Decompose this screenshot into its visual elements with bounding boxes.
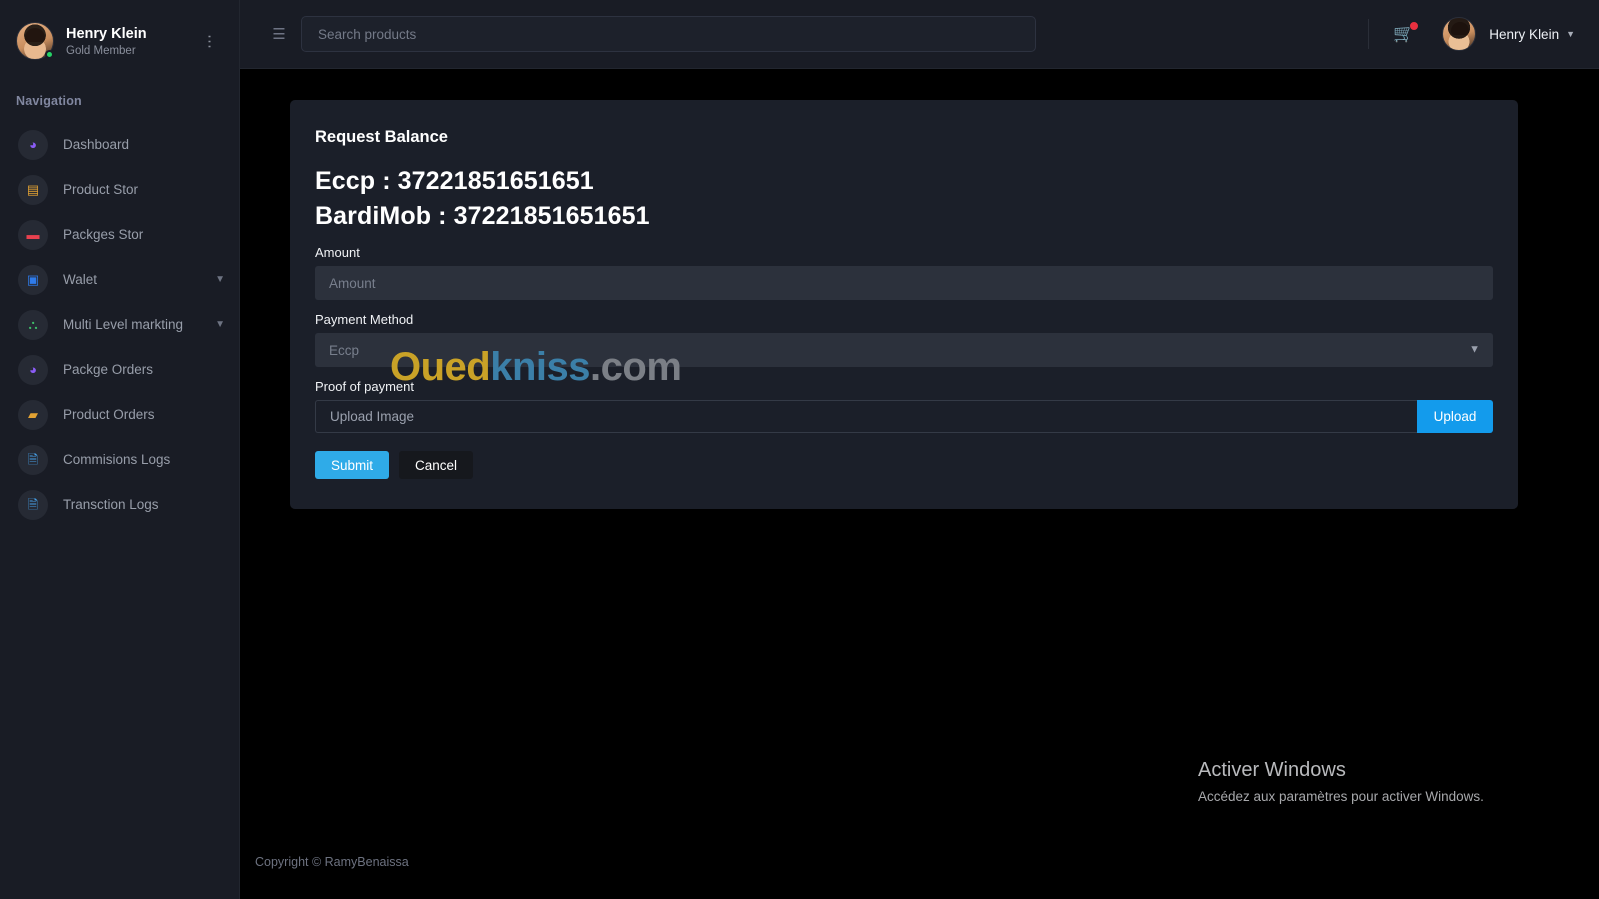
profile-name: Henry Klein: [66, 25, 147, 42]
upload-button[interactable]: Upload: [1417, 400, 1493, 433]
footer-copyright: Copyright © RamyBenaissa: [255, 855, 409, 869]
sidebar-item-label: Commisions Logs: [63, 452, 171, 467]
activate-windows-title: Activer Windows: [1198, 759, 1346, 781]
sidebar-item-multi-level-markting[interactable]: ⛬ Multi Level markting ▼: [0, 302, 239, 347]
online-status-dot: [45, 50, 54, 59]
topbar-right: 🛒 Henry Klein ▼: [1368, 17, 1599, 51]
sidebar-item-label: Transction Logs: [63, 497, 159, 512]
proof-of-payment-label: Proof of payment: [315, 379, 414, 394]
sidebar-item-label: Walet: [63, 272, 98, 287]
request-balance-card: Request Balance Eccp : 37221851651651 Ba…: [290, 100, 1518, 509]
sidebar-item-label: Packge Orders: [63, 362, 154, 377]
sidebar-item-packge-orders[interactable]: ◕ Packge Orders: [0, 347, 239, 392]
shopping-cart-icon[interactable]: 🛒: [1393, 21, 1420, 44]
speedometer-icon: ◕: [18, 129, 48, 160]
user-menu[interactable]: Henry Klein ▼: [1442, 17, 1575, 51]
store-icon: ▤: [18, 174, 48, 205]
document-icon: 🗎: [18, 489, 48, 520]
sidebar-item-label: Dashboard: [63, 137, 130, 152]
account-bardimob: BardiMob : 37221851651651: [315, 201, 650, 230]
sidebar-nav: ◕ Dashboard ▤ Product Stor ▬ Packges Stor ▣ Wal…: [0, 122, 239, 527]
cancel-button[interactable]: Cancel: [399, 451, 474, 479]
sidebar-item-dashboard[interactable]: ◕ Dashboard: [0, 122, 239, 167]
sidebar-item-transction-logs[interactable]: 🗎 Transction Logs: [0, 482, 239, 527]
sidebar-item-label: Packges Stor: [63, 227, 144, 242]
sidebar-item-label: Product Orders: [63, 407, 155, 422]
profile-role: Gold Member: [66, 45, 136, 58]
upload-field-wrap[interactable]: [315, 400, 1417, 433]
document-icon: 🗎: [18, 444, 48, 475]
amount-label: Amount: [315, 245, 360, 260]
wallet-icon: ▣: [18, 264, 48, 295]
chevron-down-icon: ▼: [215, 319, 225, 330]
cart-badge: [1409, 21, 1420, 31]
card-icon: ▬: [18, 219, 48, 250]
topbar: ☰ 🛒 Henry Klein ▼: [240, 0, 1599, 69]
caret-down-icon: ▼: [1566, 29, 1575, 39]
nav-section-heading: Navigation: [16, 94, 82, 108]
app-root: Henry Klein Gold Member ⋯ Navigation ◕ Da…: [0, 0, 1599, 899]
search-box[interactable]: [301, 16, 1036, 52]
submit-button[interactable]: Submit: [315, 451, 390, 479]
payment-method-label: Payment Method: [315, 312, 414, 327]
search-input[interactable]: [318, 26, 1019, 42]
topbar-divider: [1368, 19, 1370, 49]
profile-text: Henry Klein Gold Member: [66, 25, 196, 58]
payment-method-select-wrap[interactable]: EccpBardiMob ▼: [315, 333, 1493, 367]
form-actions: Submit Cancel: [315, 451, 1493, 479]
avatar: [16, 22, 54, 60]
payment-method-select[interactable]: EccpBardiMob: [315, 333, 1493, 367]
user-avatar: [1442, 17, 1477, 51]
sidebar: Henry Klein Gold Member ⋯ Navigation ◕ Da…: [0, 0, 240, 899]
sidebar-item-product-orders[interactable]: ▰ Product Orders: [0, 392, 239, 437]
hamburger-icon[interactable]: ☰: [265, 25, 293, 43]
sidebar-profile[interactable]: Henry Klein Gold Member ⋯: [0, 0, 239, 60]
user-menu-name: Henry Klein: [1489, 26, 1560, 42]
account-eccp: Eccp : 37221851651651: [315, 167, 594, 195]
upload-row: Upload: [315, 400, 1493, 433]
chevron-down-icon: ▼: [215, 274, 225, 285]
truck-icon: ▰: [18, 399, 48, 430]
sidebar-item-label: Multi Level markting: [63, 317, 184, 332]
sidebar-item-product-stor[interactable]: ▤ Product Stor: [0, 167, 239, 212]
sidebar-item-packges-stor[interactable]: ▬ Packges Stor: [0, 212, 239, 257]
sidebar-item-walet[interactable]: ▣ Walet ▼: [0, 257, 239, 302]
speedometer-icon: ◕: [18, 354, 48, 385]
amount-field-wrap[interactable]: [315, 266, 1493, 300]
network-icon: ⛬: [18, 309, 48, 340]
activate-windows-notice: Activer Windows Accédez aux paramètres p…: [1198, 759, 1484, 804]
amount-input[interactable]: [329, 275, 1479, 291]
kebab-menu-icon[interactable]: ⋯: [196, 34, 223, 49]
page-title: Request Balance: [315, 128, 448, 146]
upload-image-input[interactable]: [330, 409, 1403, 424]
sidebar-item-label: Product Stor: [63, 182, 139, 197]
activate-windows-subtitle: Accédez aux paramètres pour activer Wind…: [1198, 789, 1484, 804]
sidebar-item-commisions-logs[interactable]: 🗎 Commisions Logs: [0, 437, 239, 482]
main-content: Request Balance Eccp : 37221851651651 Ba…: [240, 69, 1599, 899]
